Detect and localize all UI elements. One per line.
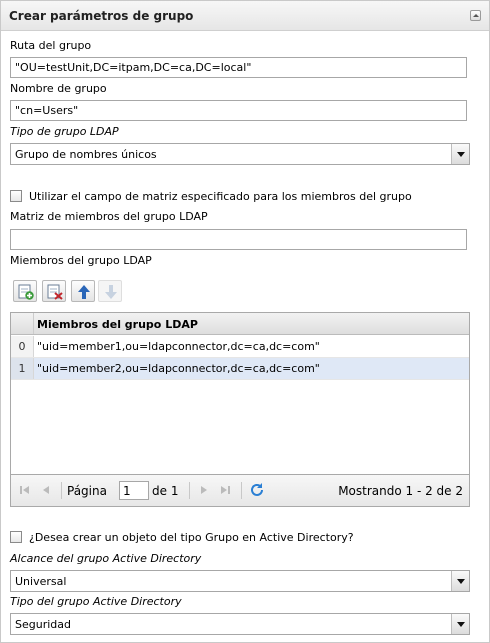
pager-info: Mostrando 1 - 2 de 2: [338, 484, 463, 498]
pager-separator: [189, 482, 190, 499]
pager-separator: [241, 482, 242, 499]
ad-scope-label: Alcance del grupo Active Directory: [10, 552, 202, 565]
arrow-up-icon: [78, 285, 90, 299]
ad-type-label: Tipo del grupo Active Directory: [10, 595, 182, 608]
group-path-input[interactable]: [10, 57, 467, 78]
grid-header: Miembros del grupo LDAP: [11, 313, 469, 335]
chevron-down-icon[interactable]: [451, 144, 469, 164]
delete-row-icon: [47, 284, 63, 300]
add-row-button[interactable]: [13, 280, 37, 302]
panel-title: Crear parámetros de grupo: [9, 9, 194, 23]
use-array-checkbox[interactable]: [10, 190, 22, 202]
members-label: Miembros del grupo LDAP: [10, 254, 152, 267]
collapse-icon[interactable]: [470, 10, 481, 21]
member-array-input[interactable]: [10, 229, 467, 250]
ad-scope-value: Universal: [15, 575, 67, 588]
table-row[interactable]: 0 "uid=member1,ou=ldapconnector,dc=ca,dc…: [11, 336, 469, 358]
row-number-header: [11, 313, 34, 334]
move-up-button[interactable]: [71, 280, 95, 302]
ldap-group-type-select[interactable]: Grupo de nombres únicos: [10, 143, 470, 165]
group-name-input[interactable]: [10, 100, 467, 121]
panel-header: Crear parámetros de grupo: [1, 1, 489, 31]
ldap-group-type-label: Tipo de grupo LDAP: [10, 125, 119, 138]
delete-row-button[interactable]: [42, 280, 66, 302]
create-ad-group-label: ¿Desea crear un objeto del tipo Grupo en…: [29, 531, 354, 544]
next-page-icon[interactable]: [197, 484, 209, 496]
pager-separator: [61, 482, 62, 499]
column-header-members[interactable]: Miembros del grupo LDAP: [37, 318, 198, 331]
member-array-label: Matriz de miembros del grupo LDAP: [10, 210, 208, 223]
group-path-label: Ruta del grupo: [10, 39, 92, 52]
arrow-down-icon: [105, 285, 117, 299]
member-cell[interactable]: "uid=member1,ou=ldapconnector,dc=ca,dc=c…: [37, 340, 320, 353]
first-page-icon[interactable]: [19, 484, 31, 496]
members-grid: Miembros del grupo LDAP 0 "uid=member1,o…: [10, 312, 470, 475]
chevron-down-icon[interactable]: [451, 614, 469, 634]
group-name-label: Nombre de grupo: [10, 82, 107, 95]
page-number-input[interactable]: [119, 481, 149, 500]
previous-page-icon[interactable]: [41, 484, 53, 496]
create-group-parameters-panel: Crear parámetros de grupo Ruta del grupo…: [0, 0, 490, 643]
grid-pager: Página de 1 Mostrando 1 - 2 de 2: [10, 475, 470, 507]
row-number: 1: [11, 358, 34, 379]
move-down-button[interactable]: [98, 280, 122, 302]
page-count-label: de 1: [152, 484, 179, 498]
row-number: 0: [11, 336, 34, 357]
last-page-icon[interactable]: [219, 484, 231, 496]
use-array-label: Utilizar el campo de matriz especificado…: [29, 190, 412, 203]
add-row-icon: [18, 284, 34, 300]
ad-type-select[interactable]: Seguridad: [10, 613, 470, 635]
ad-type-value: Seguridad: [15, 618, 71, 631]
create-ad-group-checkbox[interactable]: [10, 531, 22, 543]
member-cell[interactable]: "uid=member2,ou=ldapconnector,dc=ca,dc=c…: [37, 362, 320, 375]
refresh-icon[interactable]: [249, 482, 265, 498]
ad-scope-select[interactable]: Universal: [10, 570, 470, 592]
ldap-group-type-value: Grupo de nombres únicos: [15, 148, 157, 161]
chevron-down-icon[interactable]: [451, 571, 469, 591]
table-row[interactable]: 1 "uid=member2,ou=ldapconnector,dc=ca,dc…: [11, 358, 469, 380]
page-label: Página: [67, 484, 107, 498]
